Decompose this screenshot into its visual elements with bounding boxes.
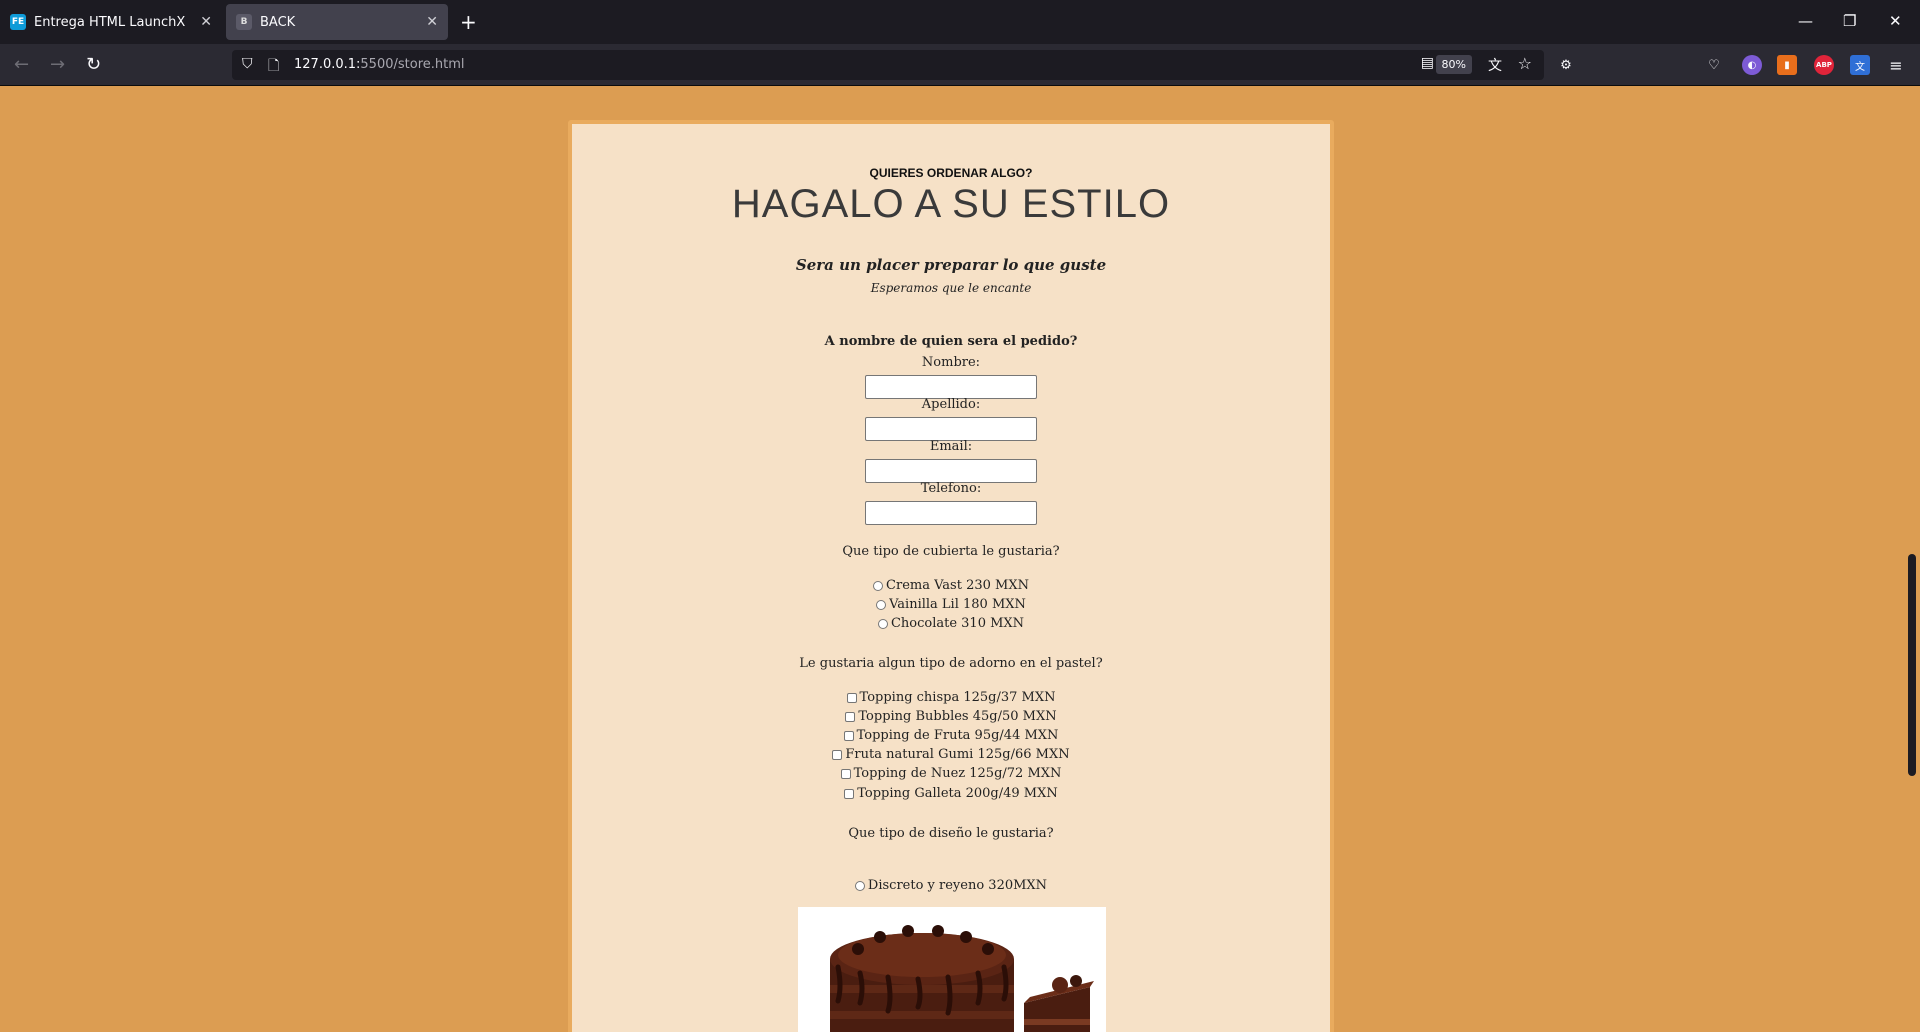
back-arrow-icon[interactable]: ← bbox=[14, 54, 29, 75]
navigation-bar: ← → ↻ ⛉ 🗋 127.0.0.1:5500/store.html ▤ 80… bbox=[0, 44, 1920, 86]
radio-button[interactable] bbox=[876, 599, 887, 610]
kicker-heading: QUIERES ORDENAR ALGO? bbox=[869, 166, 1033, 180]
translate-icon[interactable]: 文 bbox=[1488, 55, 1502, 75]
extension-purple-icon[interactable]: ◐ bbox=[1742, 55, 1762, 75]
nombre-field[interactable] bbox=[865, 375, 1037, 399]
order-form-card: QUIERES ORDENAR ALGO? HAGALO A SU ESTILO… bbox=[568, 120, 1334, 1032]
radio-button[interactable] bbox=[877, 618, 888, 629]
settings-gear-icon[interactable]: ⚙ bbox=[1556, 55, 1576, 75]
topping-option[interactable]: Topping de Fruta 95g/44 MXN bbox=[572, 728, 1330, 743]
tab-favicon-icon: B bbox=[236, 14, 252, 30]
shield-icon[interactable]: ⛉ bbox=[242, 56, 253, 72]
tab-entrega[interactable]: FE Entrega HTML LaunchX ✕ bbox=[0, 4, 222, 40]
checkbox[interactable] bbox=[843, 730, 854, 741]
page-icon: 🗋 bbox=[268, 58, 280, 74]
apellido-field[interactable] bbox=[865, 417, 1037, 441]
design-option[interactable]: Discreto y reyeno 320MXN bbox=[572, 878, 1330, 893]
reload-icon[interactable]: ↻ bbox=[86, 54, 101, 75]
topping-option[interactable]: Topping Galleta 200g/49 MXN bbox=[572, 786, 1330, 801]
minimize-icon[interactable]: — bbox=[1798, 12, 1813, 30]
lead-text: Sera un placer preparar lo que guste bbox=[795, 256, 1107, 274]
translate-extension-icon[interactable]: 文 bbox=[1850, 55, 1870, 75]
restore-icon[interactable]: ❐ bbox=[1843, 12, 1856, 30]
url-text[interactable]: 127.0.0.1:5500/store.html bbox=[294, 57, 465, 72]
telefono-field[interactable] bbox=[865, 501, 1037, 525]
tab-back[interactable]: B BACK ✕ bbox=[226, 4, 448, 40]
tab-title: BACK bbox=[260, 14, 296, 30]
page-title: HAGALO A SU ESTILO bbox=[731, 182, 1171, 226]
radio-button[interactable] bbox=[854, 880, 865, 891]
zoom-level-badge[interactable]: 80% bbox=[1435, 55, 1472, 74]
email-label: Email: bbox=[929, 439, 973, 454]
tab-close-icon[interactable]: ✕ bbox=[426, 14, 438, 30]
topping-question: Le gustaria algun tipo de adorno en el p… bbox=[799, 656, 1103, 671]
radio-button[interactable] bbox=[873, 580, 884, 591]
sublead-text: Esperamos que le encante bbox=[870, 281, 1032, 295]
checkbox[interactable] bbox=[844, 788, 855, 799]
name-question: A nombre de quien sera el pedido? bbox=[824, 334, 1078, 349]
topping-option[interactable]: Topping de Nuez 125g/72 MXN bbox=[572, 766, 1330, 781]
topping-option[interactable]: Fruta natural Gumi 125g/66 MXN bbox=[572, 747, 1330, 762]
nombre-label: Nombre: bbox=[921, 355, 981, 370]
design-question: Que tipo de diseño le gustaria? bbox=[848, 826, 1054, 841]
page-viewport: QUIERES ORDENAR ALGO? HAGALO A SU ESTILO… bbox=[0, 86, 1904, 1032]
reader-view-icon[interactable]: ▤ bbox=[1421, 55, 1434, 71]
cover-option[interactable]: Vainilla Lil 180 MXN bbox=[572, 597, 1330, 612]
topping-option[interactable]: Topping chispa 125g/37 MXN bbox=[572, 690, 1330, 705]
url-bar[interactable]: ⛉ 🗋 127.0.0.1:5500/store.html ▤ 80% 文 ☆ bbox=[232, 50, 1544, 80]
cake-image bbox=[798, 907, 1106, 1032]
forward-arrow-icon[interactable]: → bbox=[50, 54, 65, 75]
tab-bar: FE Entrega HTML LaunchX ✕ B BACK ✕ + — ❐… bbox=[0, 0, 1920, 44]
cover-option[interactable]: Crema Vast 230 MXN bbox=[572, 578, 1330, 593]
menu-hamburger-icon[interactable]: ≡ bbox=[1886, 55, 1906, 75]
adblock-icon[interactable]: ABP bbox=[1814, 55, 1834, 75]
cover-question: Que tipo de cubierta le gustaria? bbox=[842, 544, 1060, 559]
tab-close-icon[interactable]: ✕ bbox=[200, 14, 212, 30]
checkbox[interactable] bbox=[840, 768, 851, 779]
telefono-label: Telefono: bbox=[920, 481, 982, 496]
scrollbar-thumb[interactable] bbox=[1908, 554, 1916, 776]
checkbox[interactable] bbox=[832, 749, 843, 760]
tab-title: Entrega HTML LaunchX bbox=[34, 14, 186, 30]
email-field[interactable] bbox=[865, 459, 1037, 483]
bookmark-star-icon[interactable]: ☆ bbox=[1518, 54, 1532, 73]
apellido-label: Apellido: bbox=[921, 397, 981, 412]
pocket-icon[interactable]: ♡ bbox=[1704, 55, 1724, 75]
cover-option[interactable]: Chocolate 310 MXN bbox=[572, 616, 1330, 631]
checkbox[interactable] bbox=[845, 711, 856, 722]
extension-orange-icon[interactable]: ▮ bbox=[1777, 55, 1797, 75]
checkbox[interactable] bbox=[846, 692, 857, 703]
topping-option[interactable]: Topping Bubbles 45g/50 MXN bbox=[572, 709, 1330, 724]
tab-favicon-icon: FE bbox=[10, 14, 26, 30]
close-window-icon[interactable]: ✕ bbox=[1889, 12, 1902, 30]
new-tab-icon[interactable]: + bbox=[460, 10, 477, 34]
